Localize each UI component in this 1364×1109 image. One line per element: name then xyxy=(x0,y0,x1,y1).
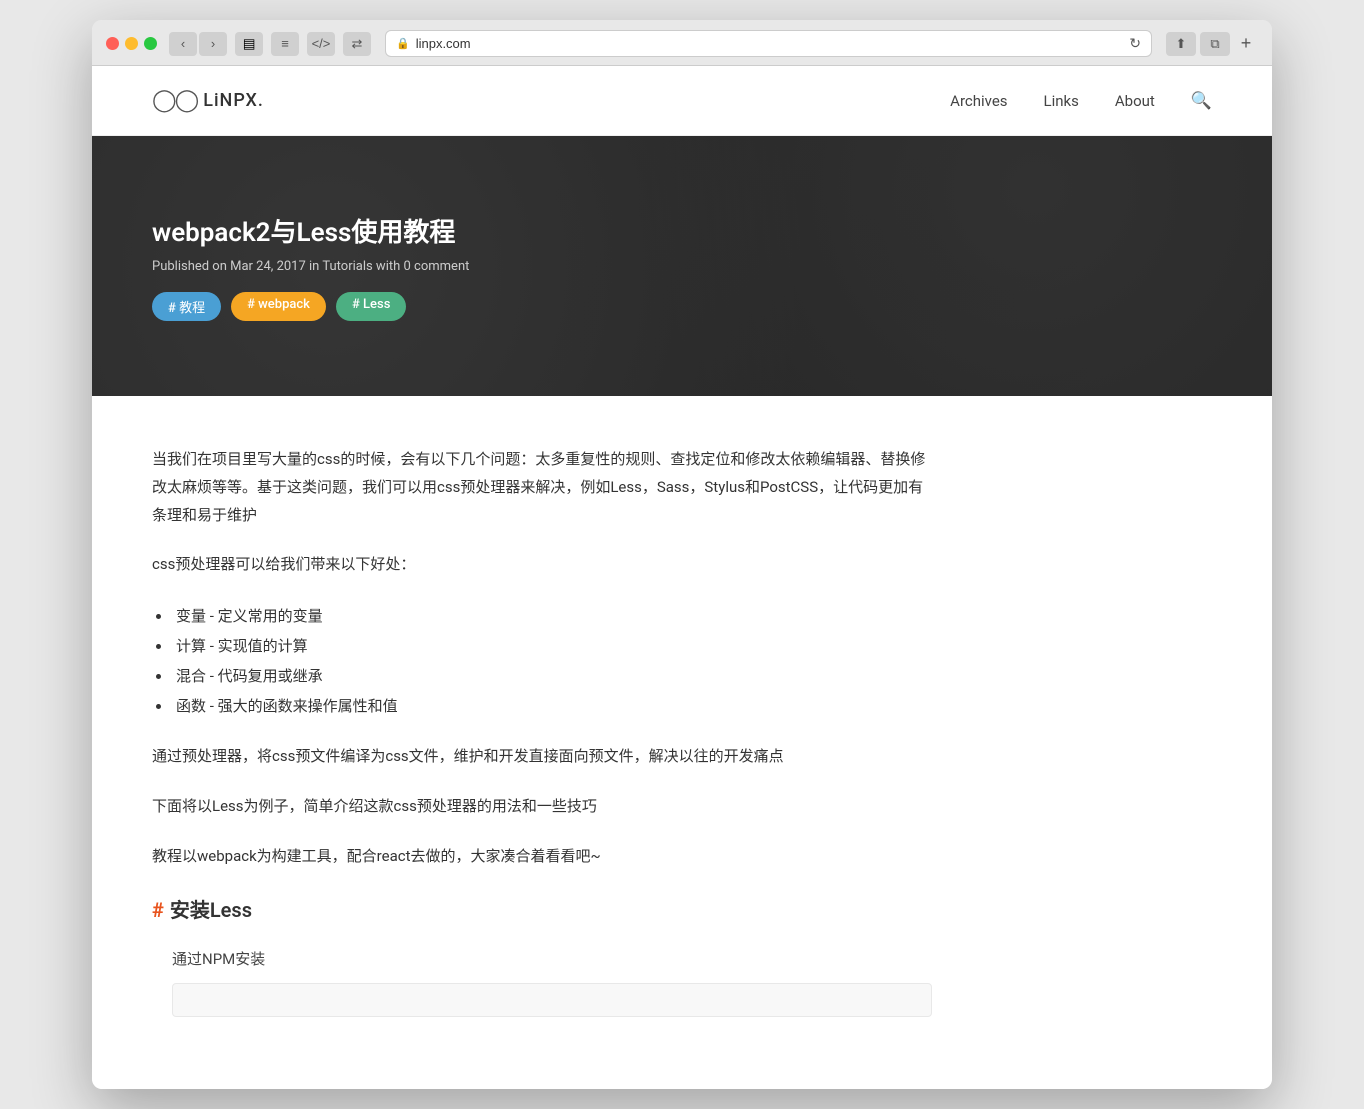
list-item-calc: 计算 - 实现值的计算 xyxy=(172,631,932,661)
lock-icon: 🔒 xyxy=(396,37,410,50)
sidebar-icon: ▤ xyxy=(243,36,256,52)
intro-paragraph-2: css预处理器可以给我们带来以下好处： xyxy=(152,551,932,579)
hero-banner: webpack2与Less使用教程 Published on Mar 24, 2… xyxy=(92,136,1272,396)
article-title: webpack2与Less使用教程 xyxy=(152,212,469,249)
browser-window: ‹ › ▤ ≡ </> ⇄ 🔒 ↻ ⬆ ⧉ + ◯◯ LiNPX. xyxy=(92,20,1272,1089)
npm-install-text: 通过NPM安装 xyxy=(172,946,932,973)
nav-links: Archives Links About 🔍 xyxy=(950,91,1212,111)
nav-about[interactable]: About xyxy=(1115,92,1155,110)
logo-text: LiNPX. xyxy=(203,90,264,111)
article-meta: Published on Mar 24, 2017 in Tutorials w… xyxy=(152,259,469,274)
maximize-button[interactable] xyxy=(144,37,157,50)
intro-paragraph-4: 下面将以Less为例子，简单介绍这款css预处理器的用法和一些技巧 xyxy=(152,793,932,821)
article-tags: # 教程 # webpack # Less xyxy=(152,292,469,321)
nav-links-item[interactable]: Links xyxy=(1044,92,1079,110)
tag-tutorials[interactable]: # 教程 xyxy=(152,292,221,321)
sidebar-toggle-button[interactable]: ▤ xyxy=(235,32,263,56)
site-logo[interactable]: ◯◯ LiNPX. xyxy=(152,88,264,113)
tab-button[interactable]: ⧉ xyxy=(1200,32,1230,56)
address-bar-container: 🔒 ↻ xyxy=(385,30,1152,57)
benefits-list: 变量 - 定义常用的变量 计算 - 实现值的计算 混合 - 代码复用或继承 函数… xyxy=(172,601,932,721)
refresh-button[interactable]: ↻ xyxy=(1129,35,1141,52)
reader-button[interactable]: ≡ xyxy=(271,32,299,56)
new-tab-button[interactable]: + xyxy=(1234,32,1258,56)
devtools-button[interactable]: </> xyxy=(307,32,335,56)
browser-nav-buttons: ‹ › xyxy=(169,32,227,56)
website-content: ◯◯ LiNPX. Archives Links About 🔍 webpack… xyxy=(92,66,1272,1089)
forward-button[interactable]: › xyxy=(199,32,227,56)
list-item-function: 函数 - 强大的函数来操作属性和值 xyxy=(172,691,932,721)
minimize-button[interactable] xyxy=(125,37,138,50)
hero-content: webpack2与Less使用教程 Published on Mar 24, 2… xyxy=(152,212,469,321)
logo-icon: ◯◯ xyxy=(152,88,197,113)
article-body: 当我们在项目里写大量的css的时候，会有以下几个问题：太多重复性的规则、查找定位… xyxy=(92,396,992,1089)
close-button[interactable] xyxy=(106,37,119,50)
section-heading-text: 安装Less xyxy=(170,892,252,928)
intro-paragraph-3: 通过预处理器，将css预文件编译为css文件，维护和开发直接面向预文件，解决以往… xyxy=(152,743,932,771)
translate-button[interactable]: ⇄ xyxy=(343,32,371,56)
intro-paragraph-1: 当我们在项目里写大量的css的时候，会有以下几个问题：太多重复性的规则、查找定位… xyxy=(152,446,932,529)
section-hash-icon: # xyxy=(152,892,164,928)
tag-less[interactable]: # Less xyxy=(336,292,406,321)
browser-actions: ⬆ ⧉ + xyxy=(1166,32,1258,56)
intro-paragraph-5: 教程以webpack为构建工具，配合react去做的，大家凑合着看看吧~ xyxy=(152,843,932,871)
address-bar[interactable] xyxy=(416,36,1124,51)
tag-webpack[interactable]: # webpack xyxy=(231,292,326,321)
browser-chrome: ‹ › ▤ ≡ </> ⇄ 🔒 ↻ ⬆ ⧉ + xyxy=(92,20,1272,66)
list-item-mixin: 混合 - 代码复用或继承 xyxy=(172,661,932,691)
site-navigation: ◯◯ LiNPX. Archives Links About 🔍 xyxy=(92,66,1272,136)
traffic-lights xyxy=(106,37,157,50)
code-block xyxy=(172,983,932,1017)
back-button[interactable]: ‹ xyxy=(169,32,197,56)
nav-archives[interactable]: Archives xyxy=(950,92,1007,110)
list-item-variables: 变量 - 定义常用的变量 xyxy=(172,601,932,631)
search-icon[interactable]: 🔍 xyxy=(1191,91,1212,111)
npm-install-section: 通过NPM安装 xyxy=(172,946,932,1017)
share-button[interactable]: ⬆ xyxy=(1166,32,1196,56)
section-install-heading: # 安装Less xyxy=(152,892,932,928)
